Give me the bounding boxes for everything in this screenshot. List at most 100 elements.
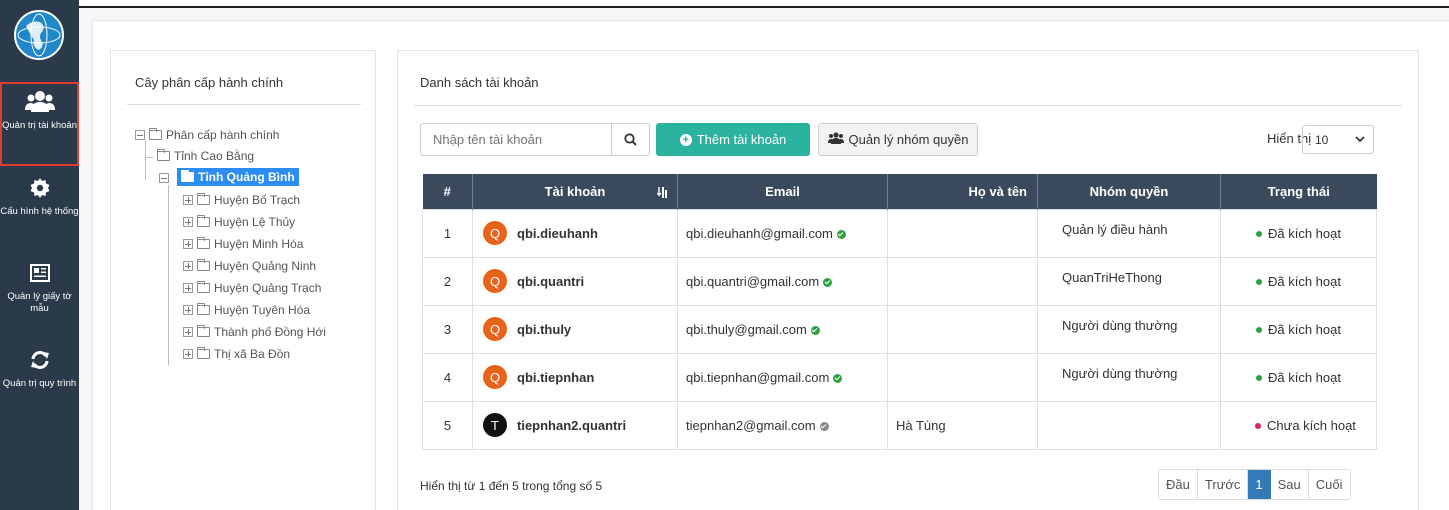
tree-connector xyxy=(145,140,146,180)
cell-account[interactable]: Qqbi.dieuhanh xyxy=(472,208,678,258)
page-title: Danh sách tài khoản xyxy=(420,75,539,90)
col-header-group: Nhóm quyền xyxy=(1037,174,1221,209)
cell-email: qbi.thuly@gmail.com xyxy=(677,304,888,354)
pager-first[interactable]: Đầu xyxy=(1159,470,1198,499)
search-button[interactable] xyxy=(611,124,649,155)
pagination: Đầu Trước 1 Sau Cuối xyxy=(1158,469,1351,500)
sidebar-item-accounts[interactable]: Quản trị tài khoản xyxy=(0,82,79,166)
cell-status: Đã kích hoạt xyxy=(1220,352,1377,402)
cell-index: 1 xyxy=(422,208,473,258)
accounts-table: # Tài khoản Email Họ và tên Nhóm quyền T… xyxy=(422,174,1377,450)
cell-status: Đã kích hoạt xyxy=(1220,304,1377,354)
cell-fullname xyxy=(887,352,1038,402)
table-row[interactable]: 3 Qqbi.thuly qbi.thuly@gmail.com Người d… xyxy=(422,304,1377,354)
sidebar-item-label: Cấu hình hệ thống xyxy=(0,206,79,217)
cell-email: qbi.dieuhanh@gmail.com xyxy=(677,208,888,258)
folder-icon xyxy=(197,347,210,359)
cell-index: 2 xyxy=(422,256,473,306)
folder-icon xyxy=(157,149,170,161)
cell-account[interactable]: Qqbi.thuly xyxy=(472,304,678,354)
pager-page-1[interactable]: 1 xyxy=(1248,470,1271,499)
folder-icon xyxy=(197,303,210,315)
tree-node-item[interactable]: Thành phố Đồng Hới xyxy=(183,324,326,340)
cell-index: 3 xyxy=(422,304,473,354)
table-header-row: # Tài khoản Email Họ và tên Nhóm quyền T… xyxy=(422,174,1377,209)
status-dot xyxy=(1255,422,1261,429)
expand-icon[interactable] xyxy=(183,327,193,337)
gear-icon xyxy=(0,178,79,202)
manage-groups-button[interactable]: Quản lý nhóm quyền xyxy=(818,123,978,156)
tree-node-item[interactable]: Huyện Quảng Trạch xyxy=(183,280,321,296)
unverified-icon xyxy=(819,421,829,431)
sidebar-item-templates[interactable]: Quản lý giấy tờ mẫu xyxy=(0,263,79,315)
table-row[interactable]: 5 Ttiepnhan2.quantri tiepnhan2@gmail.com… xyxy=(422,400,1377,450)
cell-status: Chưa kích hoạt xyxy=(1220,400,1377,450)
tree-node-item[interactable]: Huyện Minh Hóa xyxy=(183,236,303,252)
folder-icon xyxy=(149,128,162,140)
add-account-button[interactable]: + Thêm tài khoản xyxy=(656,123,810,156)
expand-icon[interactable] xyxy=(183,217,193,227)
title-divider xyxy=(414,105,1402,106)
expand-icon[interactable] xyxy=(183,283,193,293)
pager-next[interactable]: Sau xyxy=(1270,470,1309,499)
tree-node-item[interactable]: Huyện Lệ Thủy xyxy=(183,214,295,230)
search-box xyxy=(420,123,650,156)
folder-icon xyxy=(197,281,210,293)
expand-icon[interactable] xyxy=(183,349,193,359)
tree-node-item[interactable]: Tỉnh Cao Bằng xyxy=(157,148,254,164)
status-dot xyxy=(1256,326,1262,333)
folder-icon xyxy=(197,325,210,337)
table-row[interactable]: 1 Qqbi.dieuhanh qbi.dieuhanh@gmail.com Q… xyxy=(422,208,1377,258)
collapse-icon[interactable] xyxy=(135,130,145,140)
col-header-index: # xyxy=(422,174,473,209)
cell-group: Quản lý điều hành xyxy=(1037,208,1221,258)
sort-icon[interactable] xyxy=(657,187,667,198)
tree-connector xyxy=(168,185,169,365)
sidebar-item-label: Quản trị quy trình xyxy=(2,378,77,389)
admin-tree-panel: Cây phân cấp hành chính Phân cấp hành ch… xyxy=(110,50,376,510)
cell-status: Đã kích hoạt xyxy=(1220,208,1377,258)
tree-node-item[interactable]: Thị xã Ba Đồn xyxy=(183,346,290,362)
tree-node-item[interactable]: Huyện Tuyên Hóa xyxy=(183,302,310,318)
tree-node-selected[interactable]: Tỉnh Quảng Bình xyxy=(177,168,299,186)
avatar: Q xyxy=(483,269,507,293)
tree-node-root[interactable]: Phân cấp hành chính xyxy=(135,127,279,143)
cell-account[interactable]: Ttiepnhan2.quantri xyxy=(472,400,678,450)
cell-account[interactable]: Qqbi.tiepnhan xyxy=(472,352,678,402)
folder-icon xyxy=(181,170,194,182)
account-list-panel: Danh sách tài khoản + Thêm tài khoản Quả… xyxy=(397,50,1419,510)
cell-fullname xyxy=(887,304,1038,354)
col-header-email: Email xyxy=(677,174,888,209)
status-dot xyxy=(1256,374,1262,381)
avatar: T xyxy=(483,413,507,437)
expand-icon[interactable] xyxy=(183,239,193,249)
expand-icon[interactable] xyxy=(183,195,193,205)
pager-prev[interactable]: Trước xyxy=(1197,470,1249,499)
search-input[interactable] xyxy=(421,124,611,155)
table-row[interactable]: 2 Qqbi.quantri qbi.quantri@gmail.com Qua… xyxy=(422,256,1377,306)
table-row[interactable]: 4 Qqbi.tiepnhan qbi.tiepnhan@gmail.com N… xyxy=(422,352,1377,402)
collapse-icon[interactable] xyxy=(159,173,169,183)
tree-node-item[interactable]: Huyện Quảng Ninh xyxy=(183,258,316,274)
pager-last[interactable]: Cuối xyxy=(1308,470,1350,499)
verified-icon xyxy=(833,373,843,383)
avatar: Q xyxy=(483,365,507,389)
tree-node-item[interactable]: Huyện Bố Trạch xyxy=(183,192,300,208)
expand-icon[interactable] xyxy=(183,261,193,271)
sidebar-item-system-config[interactable]: Cấu hình hệ thống xyxy=(0,178,79,218)
tree-node-collapse[interactable] xyxy=(159,170,173,186)
col-header-account[interactable]: Tài khoản xyxy=(472,174,678,209)
page-size-select[interactable]: 10 xyxy=(1302,125,1374,154)
verified-icon xyxy=(823,277,833,287)
chevron-down-icon xyxy=(1355,136,1365,143)
cell-fullname: Hà Tùng xyxy=(887,400,1038,450)
cell-account[interactable]: Qqbi.quantri xyxy=(472,256,678,306)
sidebar-item-workflow[interactable]: Quản trị quy trình xyxy=(0,350,79,390)
status-dot xyxy=(1256,230,1262,237)
expand-icon[interactable] xyxy=(183,305,193,315)
app-logo[interactable] xyxy=(14,10,64,60)
tree-connector xyxy=(145,157,153,158)
cell-group xyxy=(1037,400,1221,450)
sidebar-item-label: Quản trị tài khoản xyxy=(2,120,77,131)
tree-divider xyxy=(127,104,361,105)
